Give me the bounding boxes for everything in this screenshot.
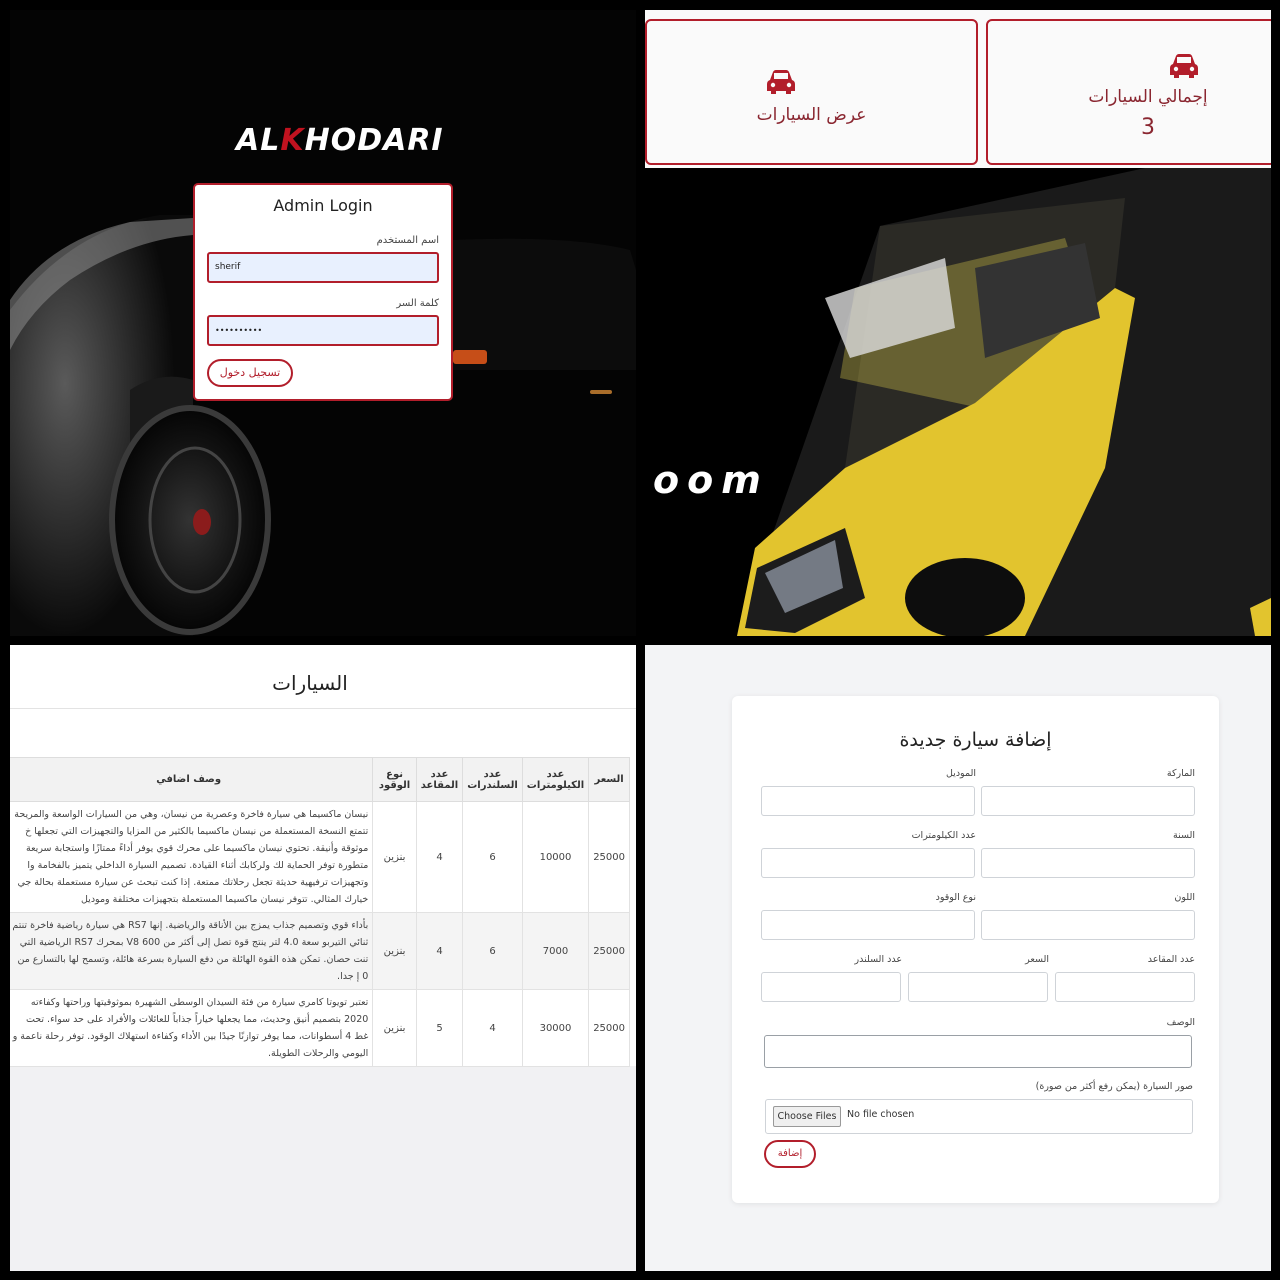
login-screen: ALKHODARI Admin Login اسم المستخدم sheri… [10, 10, 636, 636]
cell-description: نيسان ماكسيما هي سيارة فاخرة وعصرية من ن… [10, 801, 374, 913]
add-car-screen: إضافة سيارة جديدة الماركة الموديل السنة … [645, 645, 1271, 1271]
cell-seats: 4 [415, 801, 464, 913]
password-input[interactable]: •••••••••• [207, 315, 439, 346]
table-header-area: السيارات [10, 645, 636, 708]
view-cars-card[interactable]: عرض السيارات [645, 19, 978, 165]
cell-fuel: بنزين [372, 989, 417, 1067]
username-label: اسم المستخدم [376, 235, 439, 246]
table-row: 25000 10000 6 4 بنزين نيسان ماكسيما هي س… [10, 801, 630, 913]
brand-input[interactable] [981, 786, 1195, 816]
add-car-form: إضافة سيارة جديدة الماركة الموديل السنة … [732, 696, 1219, 1203]
cell-description: بأداء قوي وتصميم جذاب يمزج بين الأناقة و… [10, 912, 374, 990]
color-label: اللون [1174, 892, 1195, 903]
images-label: صور السيارة (يمكن رفع أكثر من صورة) [1035, 1081, 1193, 1092]
collage: ALKHODARI Admin Login اسم المستخدم sheri… [0, 0, 1280, 1280]
file-status: No file chosen [847, 1109, 915, 1120]
total-cars-card: إجمالي السيارات 3 [986, 19, 1271, 165]
page-title: السيارات [272, 671, 348, 695]
cell-km: 30000 [521, 989, 590, 1067]
images-file-input: Choose Files No file chosen [765, 1099, 1193, 1134]
tail-light [453, 350, 487, 364]
km-input[interactable] [761, 848, 975, 878]
choose-files-button[interactable]: Choose Files [773, 1106, 841, 1127]
cell-price: 25000 [588, 989, 630, 1067]
cars-list-screen: السيارات السعر عدد الكيلومترات عدد السلن… [10, 645, 636, 1271]
model-input[interactable] [761, 786, 975, 816]
km-label: عدد الكيلومترات [911, 830, 976, 841]
description-textarea[interactable] [764, 1035, 1192, 1068]
col-price: السعر [588, 757, 630, 802]
cell-fuel: بنزين [372, 912, 417, 990]
table-container: السعر عدد الكيلومترات عدد السلندرات عدد … [10, 708, 636, 1067]
col-cylinders: عدد السلندرات [462, 757, 523, 802]
cell-cylinders: 6 [462, 801, 523, 913]
cell-price: 25000 [588, 801, 630, 913]
brand-logo: ALKHODARI [236, 123, 444, 158]
price-input[interactable] [908, 972, 1048, 1002]
hero-tagline: oom [653, 458, 769, 502]
year-label: السنة [1173, 830, 1195, 841]
cell-seats: 4 [415, 912, 464, 990]
dashboard-screen: oom عرض السيارات إجمالي السيارات 3 [645, 10, 1271, 636]
cell-km: 10000 [521, 801, 590, 913]
add-car-button[interactable]: إضافة [764, 1140, 816, 1168]
col-km: عدد الكيلومترات [521, 757, 590, 802]
seats-label: عدد المقاعد [1147, 954, 1195, 965]
color-input[interactable] [981, 910, 1195, 940]
table-row: 25000 7000 6 4 بنزين بأداء قوي وتصميم جذ… [10, 912, 630, 990]
total-cars-label: إجمالي السيارات [1088, 87, 1208, 107]
cylinders-input[interactable] [761, 972, 901, 1002]
car-icon [767, 70, 795, 94]
fuel-label: نوع الوقود [935, 892, 976, 903]
brand-label: الماركة [1166, 768, 1195, 779]
login-title: Admin Login [273, 196, 373, 215]
col-seats: عدد المقاعد [415, 757, 464, 802]
car-icon [1170, 54, 1198, 78]
password-label: كلمة السر [396, 298, 439, 309]
cell-description: تعتبر تويوتا كامري سيارة من فئة السيدان … [10, 989, 374, 1067]
yellow-suv-hero-image [645, 168, 1271, 636]
cell-cylinders: 6 [462, 912, 523, 990]
total-cars-value: 3 [1141, 115, 1155, 140]
cell-price: 25000 [588, 912, 630, 990]
login-button[interactable]: تسجيل دخول [207, 359, 293, 387]
form-title: إضافة سيارة جديدة [899, 729, 1052, 751]
fuel-input[interactable] [761, 910, 975, 940]
cars-table: السعر عدد الكيلومترات عدد السلندرات عدد … [10, 757, 630, 1067]
model-label: الموديل [945, 768, 976, 779]
cylinders-label: عدد السلندر [854, 954, 903, 965]
cell-cylinders: 4 [462, 989, 523, 1067]
stats-bar: عرض السيارات إجمالي السيارات 3 [645, 10, 1271, 168]
description-label: الوصف [1166, 1017, 1195, 1028]
cell-seats: 5 [415, 989, 464, 1067]
username-input[interactable]: sherif [207, 252, 439, 283]
col-description: وصف اضافي [10, 757, 374, 802]
col-fuel: نوع الوقود [372, 757, 417, 802]
view-cars-label: عرض السيارات [756, 105, 867, 125]
cell-km: 7000 [521, 912, 590, 990]
table-row: 25000 30000 4 5 بنزين تعتبر تويوتا كامري… [10, 989, 630, 1067]
year-input[interactable] [981, 848, 1195, 878]
cell-fuel: بنزين [372, 801, 417, 913]
seats-input[interactable] [1055, 972, 1195, 1002]
price-label: السعر [1025, 954, 1049, 965]
login-card: Admin Login اسم المستخدم sherif كلمة الس… [193, 183, 453, 401]
